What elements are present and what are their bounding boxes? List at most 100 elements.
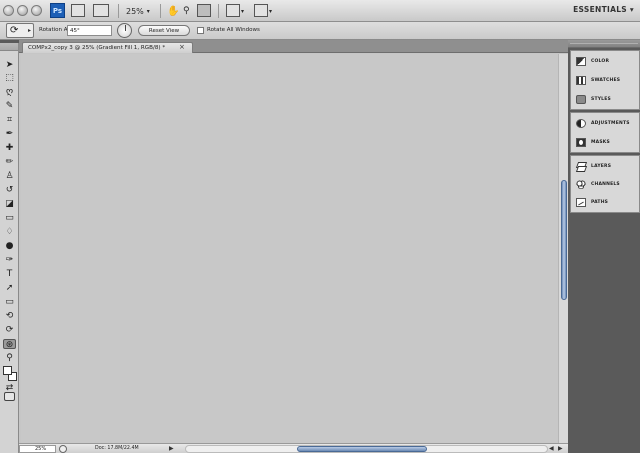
close-tab-icon[interactable]: × [179, 42, 185, 52]
document-window: COMPx2_copy 3 @ 25% (Gradient Fill 1, RG… [19, 40, 568, 453]
panel-group-color: COLOR SWATCHES STYLES [570, 50, 640, 110]
panel-dock: COLOR SWATCHES STYLES ADJUSTMENTS MASKS [568, 40, 640, 453]
document-tab[interactable]: COMPx2_copy 3 @ 25% (Gradient Fill 1, RG… [22, 42, 193, 53]
rotate-view-tool-icon[interactable] [197, 4, 211, 17]
3d-orbit-tool[interactable]: ⟳ [3, 325, 16, 335]
zoom-window-button[interactable] [31, 5, 42, 16]
rotate-view-tool[interactable]: ⊛ [3, 339, 16, 350]
vertical-scrollbar[interactable] [558, 54, 568, 443]
layers-icon [576, 162, 586, 171]
panel-label: COLOR [591, 59, 610, 64]
toolbox: ➤ ⬚ ღ ✎ ⌗ ✒ ✚ ✏ ♙ ↺ ◪ ▭ ♢ ● ✑ T ➚ ▭ ⟲ ⟳ ⊛ ⚲ ⇄ [0, 43, 19, 453]
document-tab-title: COMPx2_copy 3 @ 25% (Gradient Fill 1, RG… [28, 45, 166, 51]
color-swatches[interactable] [3, 366, 17, 382]
crop-tool[interactable]: ⌗ [3, 115, 16, 125]
panel-channels[interactable]: CHANNELS [571, 177, 640, 192]
document-tab-strip: COMPx2_copy 3 @ 25% (Gradient Fill 1, RG… [19, 40, 568, 53]
horizontal-scroll-thumb[interactable] [297, 446, 427, 452]
clone-stamp-tool[interactable]: ♙ [3, 171, 16, 181]
foreground-color-swatch[interactable] [3, 366, 12, 375]
workspace-switcher[interactable]: ESSENTIALS ▾ [573, 5, 634, 14]
panel-label: ADJUSTMENTS [591, 121, 630, 126]
3d-rotate-tool[interactable]: ⟲ [3, 311, 16, 321]
dock-header[interactable] [568, 40, 640, 48]
chevron-down-icon: ▾ [241, 7, 245, 15]
workspace-label: ESSENTIALS [573, 5, 627, 14]
shape-tool[interactable]: ▭ [3, 297, 16, 307]
panel-color[interactable]: COLOR [571, 54, 640, 69]
brush-tool[interactable]: ✏ [3, 157, 16, 167]
panel-swatches[interactable]: SWATCHES [571, 73, 640, 88]
zoom-tool[interactable]: ⚲ [3, 353, 16, 363]
pen-tool[interactable]: ✑ [3, 255, 16, 265]
chevron-down-icon: ▾ [629, 5, 634, 14]
close-window-button[interactable] [3, 5, 14, 16]
panel-adjustments[interactable]: ADJUSTMENTS [571, 116, 640, 131]
separator [118, 4, 119, 18]
panel-styles[interactable]: STYLES [571, 92, 640, 107]
application-bar: Ps 25% ▾ ✋ ⚲ ▾ ▾ ESSENTIALS ▾ [0, 0, 640, 22]
panel-layers[interactable]: LAYERS [571, 159, 640, 174]
panel-label: SWATCHES [591, 78, 621, 83]
photoshop-window: Ps 25% ▾ ✋ ⚲ ▾ ▾ ESSENTIALS ▾ ⟳ ▸ Rotatio… [0, 0, 640, 453]
ps-logo[interactable]: Ps [50, 3, 65, 18]
quick-selection-tool[interactable]: ✎ [3, 101, 16, 111]
eyedropper-tool[interactable]: ✒ [3, 129, 16, 139]
view-extras-icon[interactable] [93, 4, 109, 17]
separator [160, 4, 161, 18]
rotate-all-windows-checkbox[interactable] [197, 27, 204, 34]
horizontal-scrollbar[interactable] [185, 445, 548, 453]
zoom-level-menu[interactable]: 25% ▾ [126, 3, 150, 19]
chevron-down-icon: ▾ [146, 7, 150, 15]
marquee-tool[interactable]: ⬚ [3, 73, 16, 83]
healing-brush-tool[interactable]: ✚ [3, 143, 16, 153]
rotation-dial[interactable] [117, 23, 132, 38]
rotate-all-windows-label: Rotate All Windows [207, 27, 260, 33]
color-icon [576, 57, 586, 66]
styles-icon [576, 95, 586, 104]
screen-mode-icon[interactable] [254, 4, 268, 17]
arrange-documents-icon[interactable] [226, 4, 240, 17]
reset-view-button[interactable]: Reset View [138, 25, 190, 36]
move-tool[interactable]: ➤ [3, 60, 16, 70]
panel-paths[interactable]: PATHS [571, 195, 640, 210]
adjustments-icon [576, 119, 586, 128]
panel-label: CHANNELS [591, 182, 620, 187]
dodge-tool[interactable]: ● [3, 241, 16, 251]
zoom-level-value: 25% [126, 6, 144, 16]
minimize-window-button[interactable] [17, 5, 28, 16]
canvas[interactable] [21, 54, 558, 443]
chevron-down-icon: ▾ [269, 7, 273, 15]
panel-label: PATHS [591, 200, 609, 205]
paths-icon [576, 198, 586, 207]
type-tool[interactable]: T [3, 269, 16, 279]
scroll-left-arrow[interactable]: ◀ [549, 444, 554, 453]
separator [218, 4, 219, 18]
status-bar: 25% Doc: 17.8M/22.4M ▶ ◀ ▶ [19, 443, 568, 453]
history-brush-tool[interactable]: ↺ [3, 185, 16, 195]
window-controls [3, 5, 42, 16]
rotation-angle-input[interactable]: 45° [67, 25, 112, 36]
status-info-icon[interactable] [59, 445, 67, 453]
toolbox-grip[interactable] [0, 43, 18, 51]
vertical-scroll-thumb[interactable] [561, 180, 567, 300]
panel-label: MASKS [591, 140, 610, 145]
masks-icon [576, 138, 586, 147]
status-zoom-input[interactable]: 25% [19, 445, 56, 453]
quick-mask-button[interactable] [4, 392, 15, 401]
gradient-tool[interactable]: ▭ [3, 213, 16, 223]
path-selection-tool[interactable]: ➚ [3, 283, 16, 293]
blur-tool[interactable]: ♢ [3, 227, 16, 237]
panel-label: STYLES [591, 97, 611, 102]
zoom-tool-icon[interactable]: ⚲ [183, 3, 190, 19]
lasso-tool[interactable]: ღ [3, 87, 16, 97]
eraser-tool[interactable]: ◪ [3, 199, 16, 209]
scroll-right-arrow[interactable]: ▶ [558, 444, 563, 453]
swatches-icon [576, 76, 586, 85]
status-menu-arrow[interactable]: ▶ [169, 444, 174, 453]
tool-preset-picker[interactable]: ⟳ ▸ [6, 23, 34, 38]
panel-masks[interactable]: MASKS [571, 135, 640, 150]
rotate-view-icon: ⟳ [10, 25, 19, 36]
bridge-icon[interactable] [71, 4, 85, 17]
hand-tool-icon[interactable]: ✋ [167, 3, 179, 19]
